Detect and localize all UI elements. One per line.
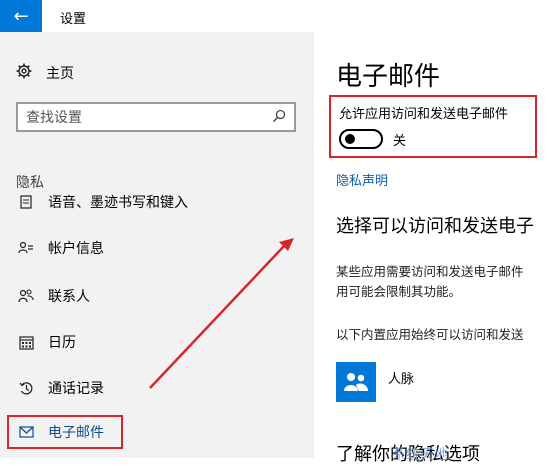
annotation-arrow — [149, 238, 294, 389]
